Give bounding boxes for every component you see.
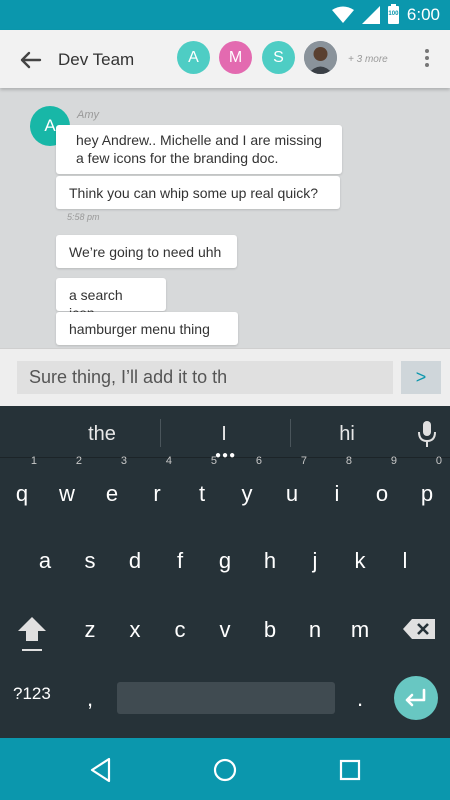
key-s[interactable]: s	[69, 536, 111, 586]
participant-avatar-m[interactable]: M	[219, 41, 252, 74]
comma-key[interactable]: ,	[69, 674, 111, 724]
participant-avatar-a[interactable]: A	[177, 41, 210, 74]
suggestion-item[interactable]: hi	[307, 423, 387, 446]
soft-keyboard: the I hi ●●● 1q 2w 3e 4r 5t 6y 7u 8i 9o …	[0, 406, 450, 738]
message-bubble[interactable]: a search icon,	[56, 278, 166, 321]
overflow-menu-icon[interactable]	[420, 46, 434, 72]
key-r[interactable]: 4r	[136, 455, 178, 519]
key-p[interactable]: 0p	[406, 455, 448, 519]
nav-home-icon[interactable]	[211, 756, 239, 784]
sender-name: Amy	[77, 109, 99, 121]
suggestion-item[interactable]: the	[62, 423, 142, 446]
wifi-icon	[331, 6, 354, 23]
shift-icon[interactable]	[16, 614, 48, 654]
key-v[interactable]: v	[204, 605, 246, 655]
period-key[interactable]: .	[339, 674, 381, 724]
enter-button[interactable]	[394, 676, 438, 720]
back-arrow-icon[interactable]	[18, 47, 44, 73]
suggestion-divider	[290, 419, 291, 447]
message-bubble[interactable]: hey Andrew.. Michelle and I are missing …	[56, 125, 342, 174]
key-e[interactable]: 3e	[91, 455, 133, 519]
key-n[interactable]: n	[294, 605, 336, 655]
key-u[interactable]: 7u	[271, 455, 313, 519]
system-nav-bar	[0, 738, 450, 800]
key-b[interactable]: b	[249, 605, 291, 655]
message-composer: >	[0, 348, 450, 406]
clock: 6:00	[406, 5, 440, 24]
participant-avatar-photo[interactable]	[304, 41, 337, 74]
message-bubble[interactable]: hamburger menu thing	[56, 312, 238, 345]
key-d[interactable]: d	[114, 536, 156, 586]
signal-icon	[361, 6, 380, 24]
key-q[interactable]: 1q	[1, 455, 43, 519]
key-c[interactable]: c	[159, 605, 201, 655]
more-participants-label[interactable]: + 3 more	[348, 54, 388, 65]
message-input[interactable]	[17, 361, 393, 394]
key-h[interactable]: h	[249, 536, 291, 586]
key-k[interactable]: k	[339, 536, 381, 586]
status-icons: 100 6:00	[331, 4, 440, 25]
message-timestamp: 5:58 pm	[67, 212, 100, 222]
message-bubble[interactable]: Think you can whip some up real quick?	[56, 176, 340, 209]
suggestion-strip: the I hi ●●●	[0, 406, 450, 461]
key-g[interactable]: g	[204, 536, 246, 586]
key-t[interactable]: 5t	[181, 455, 223, 519]
status-bar: 100 6:00	[0, 0, 450, 30]
nav-recents-icon[interactable]	[336, 756, 364, 784]
space-bar[interactable]	[117, 682, 335, 714]
enter-icon	[405, 688, 426, 707]
key-m[interactable]: m	[339, 605, 381, 655]
nav-back-icon[interactable]	[87, 756, 115, 784]
mic-icon[interactable]	[416, 420, 438, 448]
battery-icon: 100	[387, 4, 399, 24]
backspace-icon[interactable]	[402, 618, 436, 640]
key-a[interactable]: a	[24, 536, 66, 586]
conversation-title: Dev Team	[58, 50, 135, 69]
suggestion-item[interactable]: I	[184, 423, 264, 446]
key-z[interactable]: z	[69, 605, 111, 655]
participant-avatar-s[interactable]: S	[262, 41, 295, 74]
symbols-key[interactable]: ?123	[13, 684, 51, 704]
key-j[interactable]: j	[294, 536, 336, 586]
key-o[interactable]: 9o	[361, 455, 403, 519]
key-x[interactable]: x	[114, 605, 156, 655]
chat-thread[interactable]: A Amy hey Andrew.. Michelle and I are mi…	[0, 88, 450, 348]
more-suggestions-icon[interactable]: ●●●	[215, 450, 236, 461]
key-y[interactable]: 6y	[226, 455, 268, 519]
battery-level: 100	[388, 11, 399, 17]
key-w[interactable]: 2w	[46, 455, 88, 519]
key-f[interactable]: f	[159, 536, 201, 586]
app-bar: Dev Team A M S + 3 more	[0, 30, 450, 88]
message-bubble[interactable]: We’re going to need uhh	[56, 235, 237, 268]
suggestion-divider	[160, 419, 161, 447]
key-i[interactable]: 8i	[316, 455, 358, 519]
send-button[interactable]: >	[401, 361, 441, 394]
person-photo-icon	[304, 41, 337, 74]
key-l[interactable]: l	[384, 536, 426, 586]
